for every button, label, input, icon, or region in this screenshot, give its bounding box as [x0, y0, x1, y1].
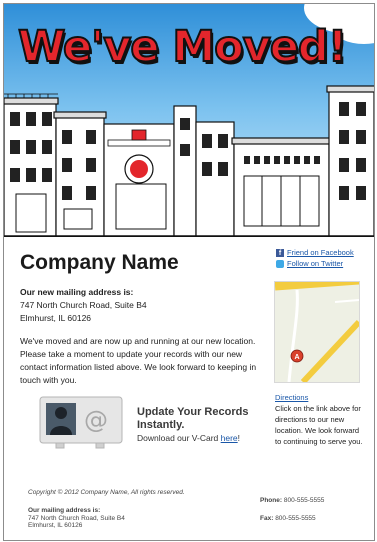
- copyright-text: Copyright © 2012 Company Name, All right…: [28, 489, 185, 496]
- social-links: f Friend on Facebook Follow on Twitter: [276, 248, 354, 269]
- footer-mail-heading: Our mailing address is:: [28, 507, 101, 514]
- footer-phone: Phone: 800-555-5555: [260, 497, 324, 504]
- footer-mailing-address: Our mailing address is: 747 North Church…: [28, 507, 125, 530]
- fax-number: 800-555-5555: [275, 515, 316, 522]
- phone-number: 800-555-5555: [283, 497, 325, 504]
- company-name: Company Name: [20, 251, 179, 274]
- footer-fax: Fax: 800-555-5555: [260, 515, 316, 522]
- fax-label: Fax:: [260, 515, 274, 522]
- moved-paragraph: We've moved and are now up and running a…: [20, 336, 257, 385]
- main-content: Company Name Our new mailing address is:…: [20, 250, 265, 387]
- svg-text:@: @: [84, 406, 108, 434]
- vcard-text: Update Your Records Instantly. Download …: [137, 406, 267, 443]
- facebook-icon: f: [276, 249, 284, 257]
- facebook-link[interactable]: Friend on Facebook: [287, 248, 354, 258]
- city-skyline-illustration: [4, 85, 374, 237]
- address-line-1: 747 North Church Road, Suite B4: [20, 300, 147, 310]
- vcard-image: @: [38, 395, 124, 450]
- directions-block: Directions Click on the link above for d…: [275, 392, 365, 447]
- vcard-title: Update Your Records Instantly.: [137, 406, 249, 431]
- moved-banner: We've Moved!: [4, 4, 374, 237]
- directions-text: Click on the link above for directions t…: [275, 404, 363, 446]
- address-line-2: Elmhurst, IL 60126: [20, 313, 92, 323]
- phone-label: Phone:: [260, 497, 283, 504]
- banner-title: We've Moved!: [17, 21, 348, 73]
- twitter-link[interactable]: Follow on Twitter: [287, 259, 343, 269]
- email-frame: We've Moved! Company Name Our new mailin…: [3, 3, 375, 541]
- map-graphic: A: [275, 282, 359, 382]
- directions-link[interactable]: Directions: [275, 393, 308, 402]
- location-map[interactable]: A: [274, 281, 360, 383]
- twitter-icon: [276, 260, 284, 268]
- vcard-download-line: Download our V-Card here!: [137, 433, 267, 443]
- address-heading: Our new mailing address is:: [20, 287, 134, 297]
- vcard-download-link[interactable]: here: [221, 433, 238, 443]
- map-marker-label: A: [294, 354, 299, 361]
- vcard-download-prefix: Download our V-Card: [137, 433, 221, 443]
- vcard-download-suffix: !: [237, 433, 241, 443]
- footer-mail-line-2: Elmhurst, IL 60126: [28, 522, 83, 529]
- footer-mail-line-1: 747 North Church Road, Suite B4: [28, 514, 125, 522]
